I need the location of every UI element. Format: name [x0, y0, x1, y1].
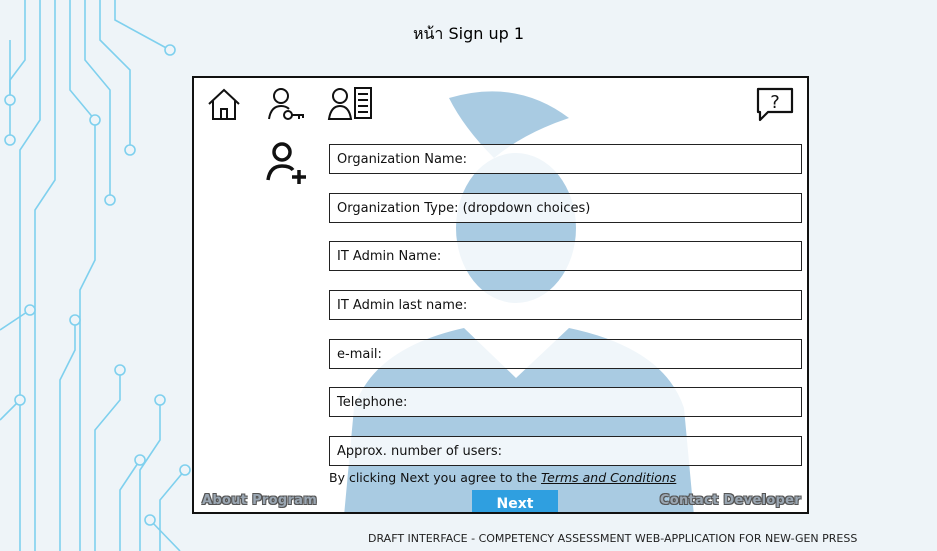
page-title: หน้า Sign up 1 [412, 24, 525, 43]
field-label: IT Admin Name: [337, 248, 442, 264]
terms-notice: By clicking Next you agree to the Terms … [329, 470, 676, 485]
terms-link[interactable]: Terms and Conditions [541, 470, 676, 485]
organization-name-field[interactable]: Organization Name: [329, 144, 802, 174]
add-user-icon [266, 142, 306, 184]
about-program-link[interactable]: About Program [202, 493, 317, 508]
field-label: Approx. number of users: [337, 443, 503, 459]
footer-caption: DRAFT INTERFACE - COMPETENCY ASSESSMENT … [368, 532, 858, 545]
approx-users-field[interactable]: Approx. number of users: [329, 436, 802, 466]
field-label: Organization Name: [337, 151, 467, 167]
user-profile-icon[interactable] [327, 84, 375, 124]
field-label: Organization Type: (dropdown choices) [337, 200, 591, 216]
organization-type-dropdown[interactable]: Organization Type: (dropdown choices) [329, 193, 802, 223]
help-icon[interactable]: ? [754, 84, 796, 124]
field-label: IT Admin last name: [337, 297, 468, 313]
circuit-decoration [0, 0, 191, 551]
it-admin-last-name-field[interactable]: IT Admin last name: [329, 290, 802, 320]
email-field[interactable]: e-mail: [329, 339, 802, 369]
contact-developer-link[interactable]: Contact Developer [660, 493, 801, 508]
signup-form-panel: ? Organization Name: Organization Type: … [192, 76, 809, 514]
svg-text:?: ? [770, 92, 780, 113]
terms-text: By clicking Next you agree to the [329, 470, 542, 485]
telephone-field[interactable]: Telephone: [329, 387, 802, 417]
next-button[interactable]: Next [472, 490, 558, 512]
user-key-icon[interactable] [266, 84, 306, 124]
field-label: Telephone: [337, 394, 408, 410]
home-icon[interactable] [204, 84, 244, 124]
field-label: e-mail: [337, 346, 382, 362]
it-admin-name-field[interactable]: IT Admin Name: [329, 241, 802, 271]
